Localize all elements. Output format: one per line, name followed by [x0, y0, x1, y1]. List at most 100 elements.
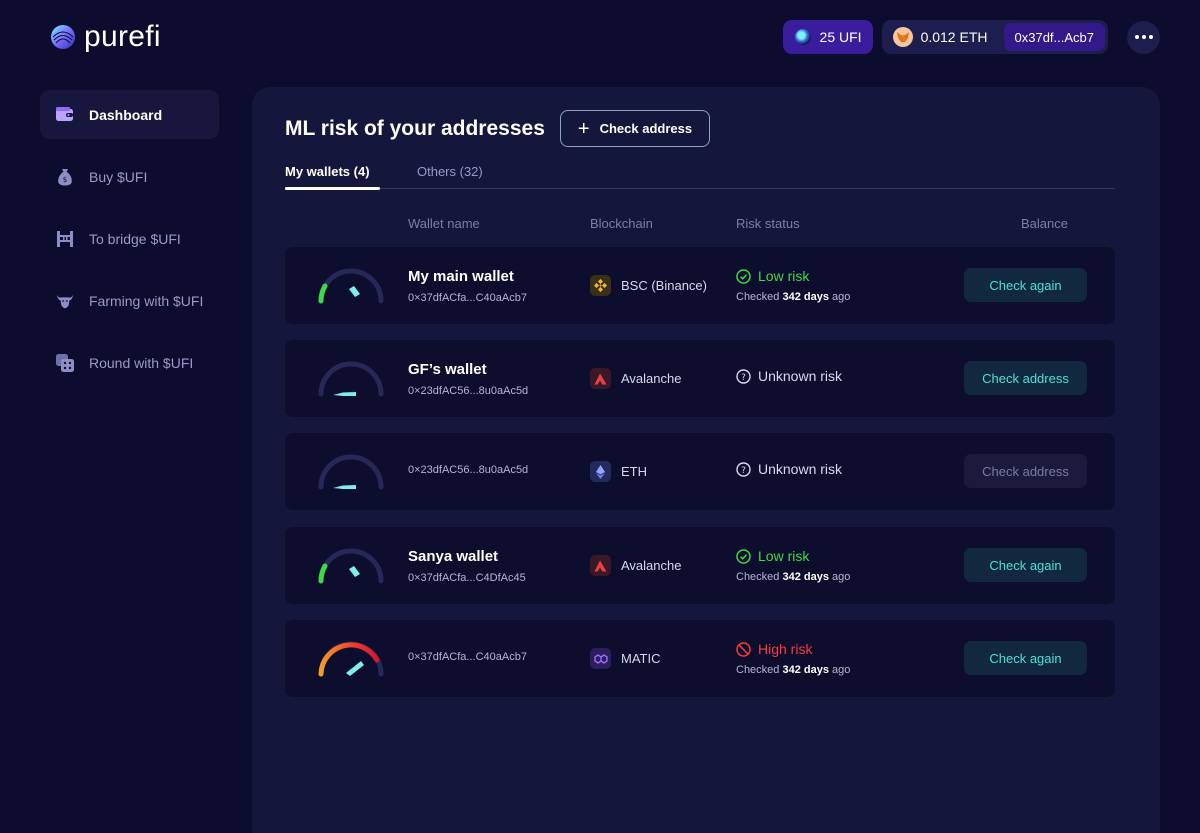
wallet-name: Sanya wallet: [408, 548, 499, 565]
wallet-address: 0×23dfAC56...8u0aAc5d: [408, 385, 529, 397]
logo[interactable]: purefi: [50, 20, 161, 54]
blockchain-name: MATIC: [621, 651, 661, 666]
check-address-row-button-disabled[interactable]: Check address: [964, 454, 1087, 488]
eth-icon: [590, 461, 611, 482]
sidebar-item-dashboard[interactable]: Dashboard: [40, 90, 219, 139]
blockchain: ETH: [590, 461, 647, 482]
tab-my-wallets[interactable]: My wallets (4): [285, 164, 370, 179]
wallet-icon: [56, 106, 74, 124]
risk-label: Low risk: [758, 548, 810, 564]
bridge-icon: [56, 230, 74, 248]
sidebar-item-label: Dashboard: [89, 106, 163, 123]
check-circle-icon: [736, 548, 751, 564]
table-row[interactable]: 0×37dfACfa...C40aAcb7 MATIC High risk Ch…: [285, 620, 1115, 697]
sidebar-item-label: Round with $UFI: [89, 354, 194, 371]
ufi-coin-icon: [794, 29, 811, 45]
checked-prefix: Checked: [736, 291, 780, 303]
last-checked: Checked 342 days ago: [736, 664, 850, 676]
risk-gauge-high: [318, 641, 384, 677]
checked-days: 342 days: [782, 571, 829, 583]
check-address-label: Check address: [599, 121, 693, 136]
sidebar-item-farming-ufi[interactable]: Farming with $UFI: [40, 276, 219, 325]
blockchain: Avalanche: [590, 368, 681, 389]
sidebar-item-bridge-ufi[interactable]: To bridge $UFI: [40, 214, 219, 263]
table-row[interactable]: My main wallet 0×37dfACfa...C40aAcb7 BSC…: [285, 247, 1115, 324]
wallet-tabs: My wallets (4) Others (32): [285, 162, 1115, 190]
purefi-logo-icon: [51, 25, 75, 49]
ufi-balance: 25 UFI: [819, 29, 862, 45]
last-checked: Checked 342 days ago: [736, 571, 850, 583]
topbar: 25 UFI 0.012 ETH 0x37df...Acb7: [782, 20, 1160, 54]
risk-gauge-low: [318, 268, 384, 304]
sidebar-item-round-ufi[interactable]: Round with $UFI: [40, 338, 219, 387]
risk-status: Low risk Checked 342 days ago: [736, 268, 850, 303]
wallet-address: 0×37dfACfa...C4DfAc45: [408, 572, 526, 584]
risk-label: Unknown risk: [758, 461, 843, 477]
check-address-row-button[interactable]: Check address: [964, 361, 1087, 395]
column-header-risk-status: Risk status: [736, 216, 800, 231]
wallet-name: GF’s wallet: [408, 361, 487, 378]
column-header-balance: Balance: [1021, 216, 1068, 231]
more-dot: [1141, 35, 1146, 39]
risk-gauge-unknown: [318, 454, 384, 490]
blockchain-name: ETH: [621, 464, 647, 479]
bnb-icon: [590, 275, 611, 296]
more-options-button[interactable]: [1127, 20, 1160, 54]
metamask-fox-icon: [892, 27, 913, 47]
checked-suffix: ago: [832, 291, 851, 303]
wallet-address: 0×37dfACfa...C40aAcb7: [408, 651, 527, 663]
sidebar-item-buy-ufi[interactable]: $ Buy $UFI: [40, 152, 219, 201]
wallet-address: 0×37dfACfa...C40aAcb7: [408, 292, 527, 304]
blockchain-name: Avalanche: [621, 558, 682, 573]
check-again-button[interactable]: Check again: [964, 548, 1087, 582]
risk-status: High risk Checked 342 days ago: [736, 641, 850, 676]
ufi-balance-pill[interactable]: 25 UFI: [782, 20, 873, 54]
blockchain: Avalanche: [590, 555, 681, 576]
tab-others[interactable]: Others (32): [417, 164, 483, 179]
dice-icon: [56, 353, 74, 372]
wallet-address-chip[interactable]: 0x37df...Acb7: [1003, 23, 1105, 51]
check-circle-icon: [736, 268, 751, 284]
more-dot: [1148, 35, 1153, 39]
wallet-address: 0×23dfAC56...8u0aAc5d: [408, 464, 529, 476]
check-again-button[interactable]: Check again: [964, 641, 1087, 675]
checked-days: 342 days: [782, 291, 829, 303]
page-title: ML risk of your addresses: [285, 117, 545, 140]
svg-text:?: ?: [741, 373, 746, 383]
matic-icon: [590, 648, 611, 669]
main-panel: ML risk of your addresses + Check addres…: [252, 87, 1160, 833]
check-address-button[interactable]: + Check address: [560, 110, 710, 147]
logo-text: purefi: [84, 20, 161, 53]
checked-days: 342 days: [782, 664, 829, 676]
check-again-button[interactable]: Check again: [964, 268, 1087, 302]
question-circle-icon: ?: [736, 368, 751, 384]
table-row[interactable]: Sanya wallet 0×37dfACfa...C4DfAc45 Avala…: [285, 527, 1115, 604]
more-dots-icon: [1134, 35, 1139, 39]
blockchain: MATIC: [590, 648, 660, 669]
prohibited-icon: [736, 641, 751, 657]
avalanche-icon: [590, 555, 611, 576]
risk-gauge-unknown: [318, 361, 384, 397]
checked-prefix: Checked: [736, 664, 780, 676]
risk-status: ? Unknown risk: [736, 461, 842, 477]
wallet-name: My main wallet: [408, 268, 514, 285]
table-row[interactable]: 0×23dfAC56...8u0aAc5d ETH ? Unknown risk…: [285, 433, 1115, 510]
checked-suffix: ago: [832, 664, 851, 676]
column-header-wallet-name: Wallet name: [408, 216, 480, 231]
risk-label: Unknown risk: [758, 368, 843, 384]
blockchain-name: Avalanche: [621, 371, 682, 386]
table-row[interactable]: GF’s wallet 0×23dfAC56...8u0aAc5d Avalan…: [285, 340, 1115, 417]
avalanche-icon: [590, 368, 611, 389]
last-checked: Checked 342 days ago: [736, 291, 850, 303]
column-header-blockchain: Blockchain: [590, 216, 653, 231]
active-tab-indicator: [285, 187, 380, 190]
risk-gauge-low: [318, 548, 384, 584]
blockchain: BSC (Binance): [590, 275, 707, 296]
bull-icon: [56, 292, 74, 310]
wallet-pill[interactable]: 0.012 ETH 0x37df...Acb7: [881, 20, 1108, 54]
sidebar-item-label: Farming with $UFI: [89, 292, 204, 309]
question-circle-icon: ?: [736, 461, 751, 477]
sidebar: Dashboard $ Buy $UFI To bridge $UFI Farm…: [40, 90, 219, 400]
sidebar-item-label: Buy $UFI: [89, 168, 148, 185]
plus-icon: +: [577, 117, 590, 140]
